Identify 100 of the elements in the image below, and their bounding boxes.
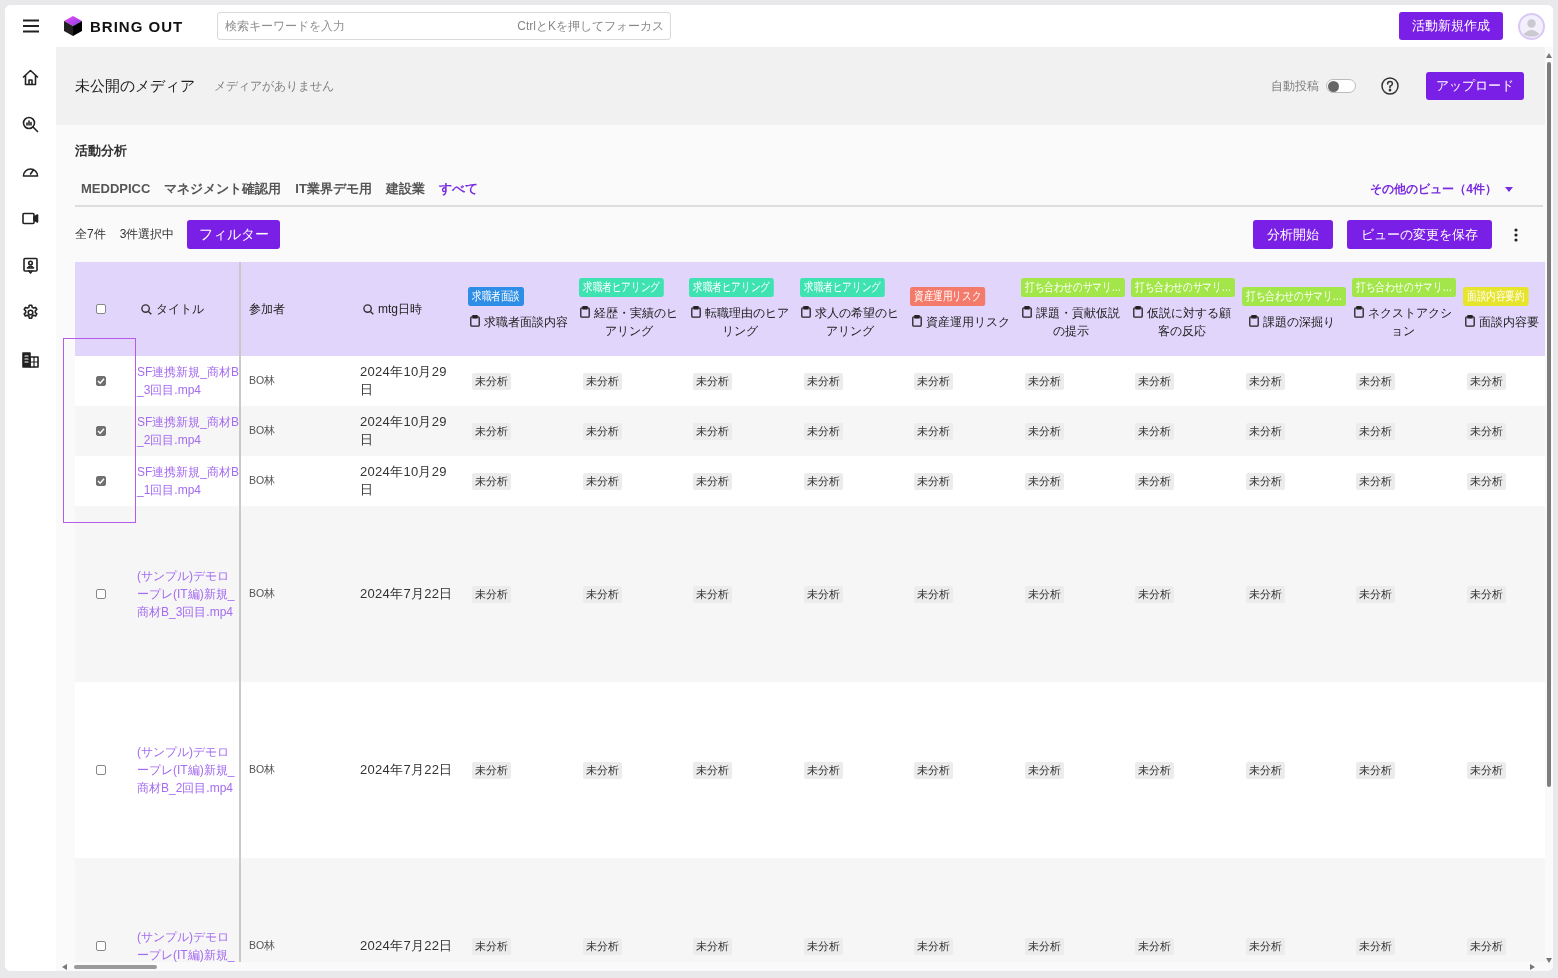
settings-icon[interactable] [22,304,39,321]
video-camera-icon[interactable] [22,210,39,227]
category-tag: 打ち合わせのサマリ… [1241,287,1346,306]
status-badge: 未分析 [693,761,732,779]
participant-text: BO林 [249,474,276,488]
row-checkbox[interactable] [96,376,106,386]
scroll-right-icon[interactable] [1530,963,1535,970]
file-link[interactable]: SF連携新規_商材B_2回目.mp4 [137,413,239,449]
status-badge: 未分析 [472,422,511,440]
help-icon[interactable] [1381,77,1399,95]
status-badge: 未分析 [1245,372,1285,390]
status-badge: 未分析 [914,761,953,779]
column-header: 資産運用リスク [925,315,1010,329]
status-badge: 未分析 [803,937,843,955]
row-checkbox[interactable] [96,426,106,436]
status-badge: 未分析 [1024,472,1064,490]
search-icon[interactable] [363,303,374,315]
column-header: 仮説に対する顧客の反応 [1146,306,1231,338]
status-badge: 未分析 [803,761,843,779]
filter-button[interactable]: フィルター [187,220,281,249]
status-badge: 未分析 [1245,422,1285,440]
status-badge: 未分析 [472,472,511,490]
status-badge: 未分析 [472,761,511,779]
participant-text: BO林 [249,587,276,601]
selected-count: 3件選択中 [119,226,175,243]
toggle-switch[interactable] [1326,79,1356,93]
view-tab[interactable]: MEDDPICC [81,179,151,199]
category-tag: 求職者面談 [468,287,524,306]
column-header: 求職者面談内容 [483,315,568,329]
status-badge: 未分析 [1245,937,1285,955]
file-link[interactable]: (サンプル)デモロープレ(IT編)新規_ [137,928,239,962]
status-badge: 未分析 [803,372,843,390]
status-badge: 未分析 [914,937,953,955]
section-title: 活動分析 [75,143,128,159]
view-tab[interactable]: すべて [438,179,478,199]
category-tag: 求職者ヒアリング [578,278,664,297]
column-header: 経歴・実績のヒアリング [594,306,679,338]
magnifier-chart-icon[interactable] [22,116,39,133]
status-badge: 未分析 [582,761,622,779]
caret-icon [1505,186,1513,192]
date-text: 2024年10月29日 [360,463,448,499]
file-link[interactable]: (サンプル)デモロープレ(IT編)新規_商材B_2回目.mp4 [137,743,239,797]
search-icon[interactable] [141,303,152,315]
clipboard-icon [690,306,701,318]
status-badge: 未分析 [1024,761,1064,779]
logo-text: BRING OUT [90,17,184,35]
scroll-up-icon[interactable] [1546,53,1552,58]
file-link[interactable]: SF連携新規_商材B_3回目.mp4 [137,363,239,399]
date-text: 2024年7月22日 [360,937,453,955]
page-title: 未公開のメディア [75,76,195,96]
row-checkbox[interactable] [96,765,106,775]
scrollbar-thumb[interactable] [1547,62,1551,787]
row-checkbox[interactable] [96,941,106,951]
more-options-icon[interactable] [1514,227,1518,242]
row-checkbox[interactable] [96,476,106,486]
status-badge: 未分析 [1024,422,1064,440]
date-text: 2024年10月29日 [360,413,448,449]
create-activity-button[interactable]: 活動新規作成 [1399,12,1503,40]
scrollbar-thumb[interactable] [74,964,157,969]
status-badge: 未分析 [693,422,732,440]
status-badge: 未分析 [1356,761,1395,779]
status-badge: 未分析 [1356,585,1395,603]
clipboard-icon [801,306,812,318]
category-tag: 求職者ヒアリング [799,278,885,297]
status-badge: 未分析 [1466,422,1506,440]
file-link[interactable]: SF連携新規_商材B_1回目.mp4 [137,463,239,499]
row-checkbox[interactable] [96,589,106,599]
person-card-icon[interactable] [22,257,39,274]
view-tab[interactable]: IT業界デモ用 [295,179,372,199]
date-text: 2024年10月29日 [360,363,448,399]
column-header: 課題の深掘り [1263,315,1336,329]
file-link[interactable]: (サンプル)デモロープレ(IT編)新規_商材B_3回目.mp4 [137,567,239,621]
clipboard-icon [1465,315,1476,327]
more-views-link[interactable]: その他のビュー（4件） [1370,180,1513,198]
clipboard-icon [1353,306,1364,318]
scroll-down-icon[interactable] [1546,958,1552,963]
select-all-checkbox[interactable] [96,304,106,314]
status-badge: 未分析 [582,585,622,603]
category-tag: 面談内容要約 [1462,287,1529,306]
home-icon[interactable] [22,69,39,86]
save-view-button[interactable]: ビューの変更を保存 [1347,220,1492,249]
date-text: 2024年7月22日 [360,585,453,603]
category-tag: 打ち合わせのサマリ… [1131,278,1235,297]
view-tab[interactable]: 建設業 [385,179,425,199]
scroll-left-icon[interactable] [62,963,67,970]
upload-button[interactable]: アップロード [1426,72,1524,100]
menu-icon[interactable] [22,19,39,33]
column-header: 転職理由のヒアリング [704,306,789,338]
building-icon[interactable] [22,351,39,368]
status-badge: 未分析 [1356,422,1395,440]
clipboard-icon [1022,306,1033,318]
column-header: 参加者 [249,300,285,318]
category-tag: 資産運用リスク [910,287,986,306]
status-badge: 未分析 [914,372,953,390]
status-badge: 未分析 [914,585,953,603]
status-badge: 未分析 [1245,585,1285,603]
status-badge: 未分析 [1024,372,1064,390]
view-tab[interactable]: マネジメント確認用 [164,179,282,199]
column-header: 面談内容要 [1479,315,1540,329]
analyze-button[interactable]: 分析開始 [1253,220,1333,249]
